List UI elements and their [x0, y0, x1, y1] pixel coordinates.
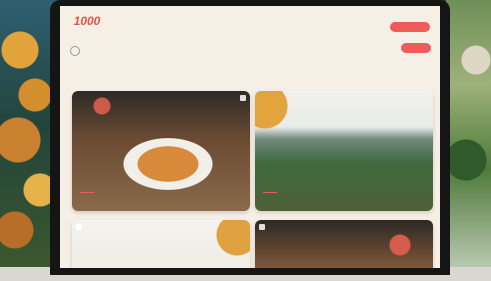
autumn-leaves-overlay [255, 91, 305, 151]
article-card-autumn[interactable] [72, 220, 250, 268]
bookmark-icon[interactable] [76, 224, 82, 230]
article-card-landscape[interactable] [255, 91, 433, 211]
website-viewport: 1000 [60, 6, 440, 268]
card-accent-bar [263, 191, 277, 193]
article-card-food[interactable] [72, 91, 250, 211]
card-accent-bar [80, 191, 94, 193]
header-cta-button[interactable] [390, 22, 430, 32]
secondary-cta-button[interactable] [401, 43, 431, 53]
article-card-restaurant[interactable] [255, 220, 433, 268]
location-pin-icon[interactable] [70, 46, 80, 56]
bookmark-icon[interactable] [259, 224, 265, 230]
top-navigation: 1000 [60, 6, 440, 46]
logo-number: 1000 [73, 14, 101, 28]
bookmark-icon[interactable] [240, 95, 246, 101]
background-foliage-right [446, 0, 491, 281]
site-logo[interactable]: 1000 [72, 15, 102, 35]
